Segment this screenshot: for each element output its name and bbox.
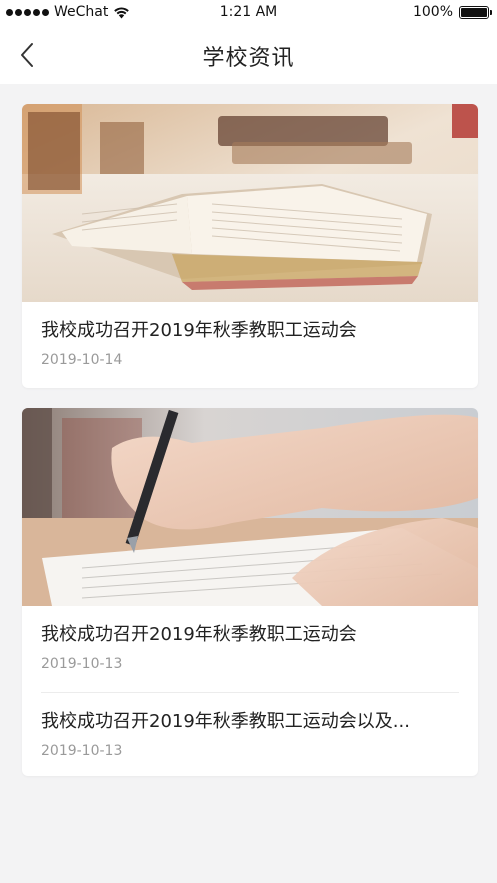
page-title: 学校资讯 [202, 46, 295, 71]
article-date: 2019-10-14 [41, 352, 123, 368]
open-book-photo [22, 104, 478, 302]
article-title: 我校成功召开2019年秋季教职工运动会以及... [41, 711, 410, 732]
article-date: 2019-10-13 [41, 743, 123, 759]
nav-bar: 学校资讯 [0, 26, 497, 84]
battery-percent: 100% [412, 4, 453, 20]
hand-writing-photo [22, 408, 478, 606]
article-date: 2019-10-13 [41, 656, 123, 672]
news-card[interactable]: 我校成功召开2019年秋季教职工运动会 2019-10-13 我校成功召开201… [22, 408, 478, 776]
status-right: 100% [412, 4, 492, 20]
status-bar: WeChat 1:21 AM 100% [0, 0, 497, 26]
article-title: 我校成功召开2019年秋季教职工运动会 [41, 320, 357, 341]
news-card[interactable]: 我校成功召开2019年秋季教职工运动会 2019-10-14 [22, 104, 478, 388]
article-item[interactable]: 我校成功召开2019年秋季教职工运动会以及... 2019-10-13 [22, 693, 478, 776]
article-title: 我校成功召开2019年秋季教职工运动会 [41, 624, 357, 645]
article-item[interactable]: 我校成功召开2019年秋季教职工运动会 2019-10-14 [22, 302, 478, 388]
article-item[interactable]: 我校成功召开2019年秋季教职工运动会 2019-10-13 [22, 606, 478, 692]
battery-icon [459, 5, 492, 19]
